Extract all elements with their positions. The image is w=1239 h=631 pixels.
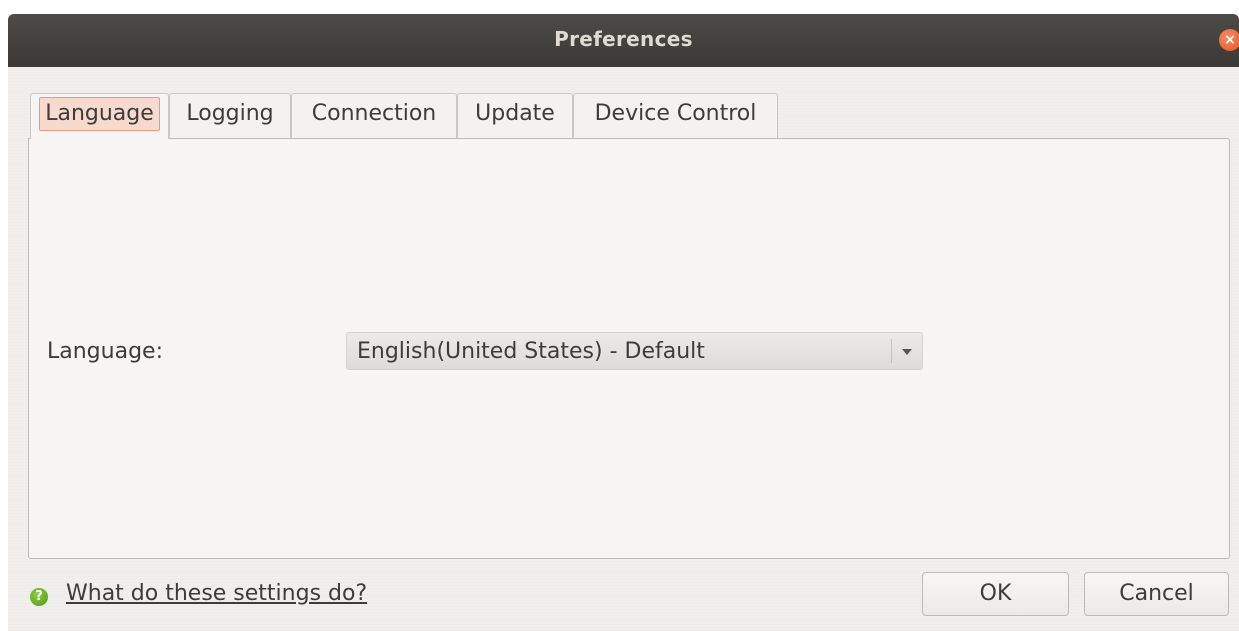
select-divider [891, 339, 892, 363]
titlebar: Preferences × [8, 14, 1239, 67]
language-panel: Language: English(United States) - Defau… [28, 138, 1230, 559]
tab-logging-label: Logging [186, 101, 274, 126]
close-icon[interactable]: × [1219, 29, 1239, 51]
help-link[interactable]: What do these settings do? [66, 581, 367, 606]
language-label: Language: [47, 339, 163, 364]
tab-device-control-label: Device Control [594, 101, 757, 126]
help-icon[interactable]: ? [30, 588, 48, 606]
tab-update-label: Update [475, 101, 555, 126]
tab-device-control[interactable]: Device Control [573, 93, 778, 138]
cancel-button[interactable]: Cancel [1084, 572, 1229, 616]
tab-update[interactable]: Update [457, 93, 573, 138]
window-title: Preferences [554, 27, 693, 51]
preferences-dialog: Preferences × Language Logging Connectio… [8, 14, 1239, 631]
tab-connection-label: Connection [311, 101, 437, 126]
chevron-down-icon[interactable] [902, 349, 912, 355]
language-select[interactable]: English(United States) - Default [346, 332, 923, 370]
tab-language[interactable]: Language [30, 93, 169, 139]
tab-logging[interactable]: Logging [169, 93, 291, 138]
tab-connection[interactable]: Connection [291, 93, 457, 138]
ok-button[interactable]: OK [922, 572, 1069, 616]
tab-language-label: Language [39, 97, 160, 131]
language-select-value: English(United States) - Default [357, 339, 705, 364]
